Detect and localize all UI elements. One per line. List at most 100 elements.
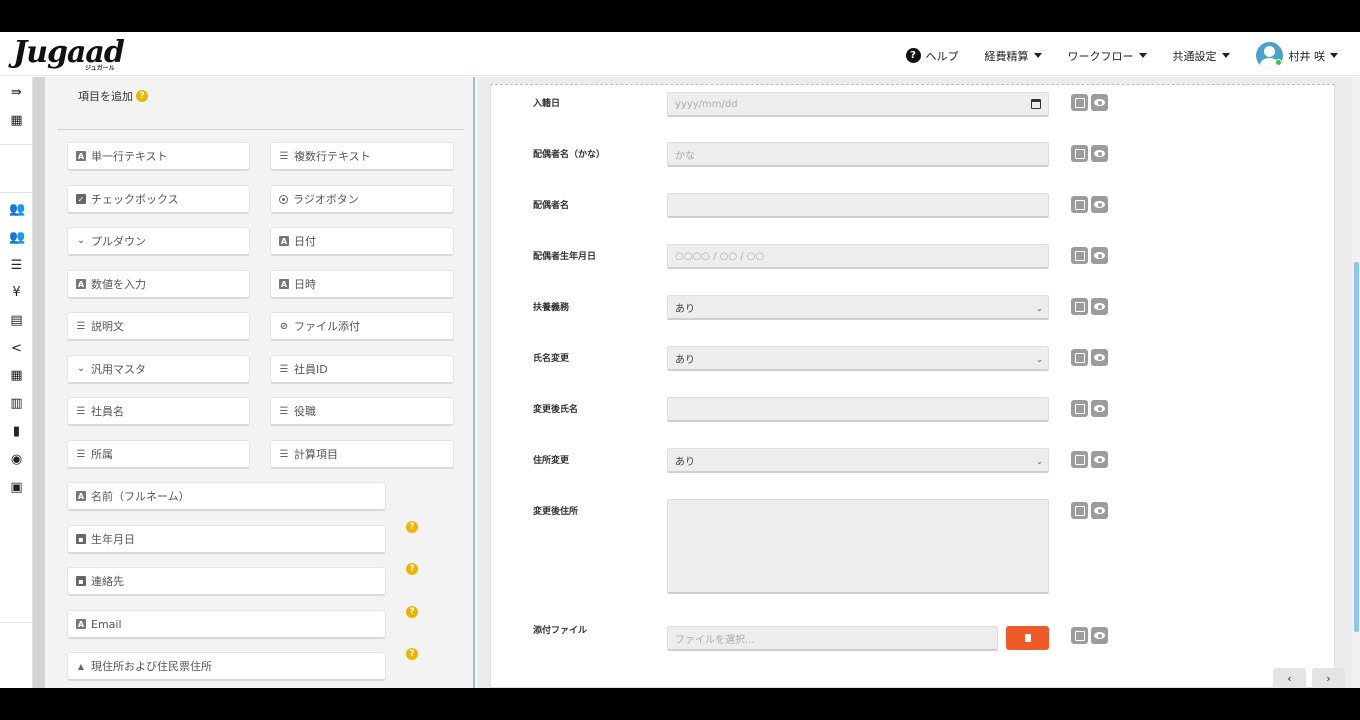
menu-workflow[interactable]: ワークフロー bbox=[1068, 48, 1147, 64]
tile-number[interactable]: A 数値を入力 bbox=[67, 270, 250, 299]
new-address-textarea[interactable] bbox=[667, 499, 1049, 594]
text-field-icon: A bbox=[76, 279, 86, 289]
lines-icon: ☰ bbox=[279, 405, 289, 417]
tile-radio-button[interactable]: ラジオボタン bbox=[270, 185, 454, 214]
caret-down-icon bbox=[1033, 53, 1042, 58]
tile-label: 単一行テキスト bbox=[91, 150, 168, 163]
edit-icon[interactable] bbox=[1071, 196, 1088, 213]
edit-icon[interactable] bbox=[1071, 145, 1088, 162]
tile-description[interactable]: ☰ 説明文 bbox=[67, 312, 250, 341]
tile-multi-line-text[interactable]: ☰ 複数行テキスト bbox=[270, 142, 454, 171]
document-list-icon[interactable]: ▤ bbox=[9, 313, 24, 328]
file-icon[interactable]: ▮ bbox=[9, 424, 24, 439]
eye-icon[interactable] bbox=[1091, 502, 1108, 519]
spouse-birthdate-input[interactable]: ○○○○ / ○○ / ○○ bbox=[667, 244, 1049, 269]
calendar-icon[interactable] bbox=[1031, 99, 1041, 109]
collapse-arrow-icon[interactable]: ⇛ bbox=[9, 85, 24, 100]
tile-full-name[interactable]: A 名前（フルネーム） bbox=[67, 482, 386, 511]
wallet-icon[interactable]: ▣ bbox=[9, 480, 24, 495]
file-select-input[interactable]: ファイルを選択... bbox=[667, 626, 998, 651]
eye-icon[interactable] bbox=[1091, 298, 1108, 315]
next-page-button[interactable]: › bbox=[1312, 668, 1345, 688]
house-icon: ▲ bbox=[77, 661, 85, 671]
tile-calculation[interactable]: ☰ 計算項目 bbox=[270, 440, 454, 469]
globe-icon[interactable]: ◉ bbox=[9, 452, 24, 467]
share-icon[interactable]: < bbox=[9, 341, 24, 356]
help-circle-icon[interactable]: ? bbox=[406, 606, 418, 618]
edit-icon[interactable] bbox=[1071, 451, 1088, 468]
prev-page-button[interactable]: ‹ bbox=[1273, 668, 1306, 688]
eye-icon[interactable] bbox=[1091, 451, 1108, 468]
user-name: 村井 咲 bbox=[1288, 49, 1326, 63]
help-circle-icon[interactable]: ? bbox=[406, 563, 418, 575]
edit-icon[interactable] bbox=[1071, 400, 1088, 417]
lines-icon: ☰ bbox=[76, 320, 86, 332]
menu-common-settings[interactable]: 共通設定 bbox=[1173, 48, 1230, 64]
new-name-input[interactable] bbox=[667, 397, 1049, 422]
tile-label: ファイル添付 bbox=[294, 320, 360, 333]
eye-icon[interactable] bbox=[1091, 400, 1108, 417]
eye-icon[interactable] bbox=[1091, 627, 1108, 644]
select-value: あり bbox=[675, 303, 695, 315]
dependent-obligation-select[interactable]: あり ⌄ bbox=[667, 295, 1049, 320]
tile-email[interactable]: A Email bbox=[67, 610, 386, 639]
eye-icon[interactable] bbox=[1091, 196, 1108, 213]
building-icon[interactable]: ▦ bbox=[9, 113, 24, 128]
menu-expense[interactable]: 経費精算 bbox=[985, 48, 1042, 64]
help-link[interactable]: ? ヘルプ bbox=[905, 48, 959, 64]
spouse-name-kana-input[interactable]: かな bbox=[667, 142, 1049, 167]
file-upload-button[interactable] bbox=[1006, 626, 1049, 650]
tile-datetime[interactable]: A 日時 bbox=[270, 270, 454, 299]
palette-title: 項目を追加 ? bbox=[78, 88, 148, 104]
users-alt-icon[interactable]: 👥 bbox=[9, 230, 25, 245]
help-icon: ? bbox=[905, 48, 921, 63]
tile-position[interactable]: ☰ 役職 bbox=[270, 397, 454, 426]
tile-date[interactable]: A 日付 bbox=[270, 227, 454, 256]
user-menu[interactable]: 村井 咲 bbox=[1255, 42, 1338, 69]
tile-department[interactable]: ☰ 所属 bbox=[67, 440, 250, 469]
edit-icon[interactable] bbox=[1071, 298, 1088, 315]
yen-icon[interactable]: ¥ bbox=[9, 285, 24, 300]
field-label: 配偶者生年月日 bbox=[533, 252, 597, 262]
eye-icon[interactable] bbox=[1091, 145, 1108, 162]
tile-pulldown[interactable]: ⌄ プルダウン bbox=[67, 227, 250, 256]
eye-icon[interactable] bbox=[1091, 247, 1108, 264]
help-circle-icon[interactable]: ? bbox=[136, 90, 148, 102]
tile-checkbox[interactable]: ✓ チェックボックス bbox=[67, 185, 250, 214]
edit-icon[interactable] bbox=[1071, 627, 1088, 644]
name-change-select[interactable]: あり ⌄ bbox=[667, 346, 1049, 371]
tile-label: 名前（フルネーム） bbox=[91, 490, 190, 503]
tile-single-line-text[interactable]: A 単一行テキスト bbox=[67, 142, 250, 171]
spouse-name-input[interactable] bbox=[667, 193, 1049, 218]
tile-address[interactable]: ▲ 現住所および住民票住所 bbox=[67, 652, 386, 681]
scrollbar-thumb[interactable] bbox=[1354, 262, 1359, 632]
help-circle-icon[interactable]: ? bbox=[406, 521, 418, 533]
tile-employee-name[interactable]: ☰ 社員名 bbox=[67, 397, 250, 426]
panel-gutter bbox=[33, 77, 45, 688]
help-circle-icon[interactable]: ? bbox=[406, 648, 418, 660]
contact-card-icon: ▪ bbox=[76, 576, 86, 586]
users-icon[interactable]: 👥 bbox=[9, 202, 25, 217]
list-icon[interactable]: ☰ bbox=[9, 258, 24, 273]
tile-generic-master[interactable]: ⌄ 汎用マスタ bbox=[67, 355, 250, 384]
text-field-icon: A bbox=[279, 279, 289, 289]
edit-icon[interactable] bbox=[1071, 94, 1088, 111]
table-icon[interactable]: ▦ bbox=[9, 368, 24, 383]
books-icon[interactable]: ▥ bbox=[9, 396, 24, 411]
marriage-date-input[interactable]: yyyy/mm/dd bbox=[667, 92, 1049, 117]
lines-icon: ☰ bbox=[279, 150, 289, 162]
tile-file-attach[interactable]: ⊘ ファイル添付 bbox=[270, 312, 454, 341]
edit-icon[interactable] bbox=[1071, 349, 1088, 366]
menu-workflow-label: ワークフロー bbox=[1067, 49, 1134, 63]
chevron-down-icon: ⌄ bbox=[77, 236, 85, 246]
eye-icon[interactable] bbox=[1091, 94, 1108, 111]
chevron-down-icon: ⌄ bbox=[1036, 304, 1043, 313]
tile-birthdate[interactable]: ▪ 生年月日 bbox=[67, 525, 386, 554]
edit-icon[interactable] bbox=[1071, 502, 1088, 519]
eye-icon[interactable] bbox=[1091, 349, 1108, 366]
tile-contact[interactable]: ▪ 連絡先 bbox=[67, 567, 386, 596]
tile-label: 汎用マスタ bbox=[91, 363, 146, 376]
address-change-select[interactable]: あり ⌄ bbox=[667, 448, 1049, 473]
edit-icon[interactable] bbox=[1071, 247, 1088, 264]
tile-employee-id[interactable]: ☰ 社員ID bbox=[270, 355, 454, 384]
